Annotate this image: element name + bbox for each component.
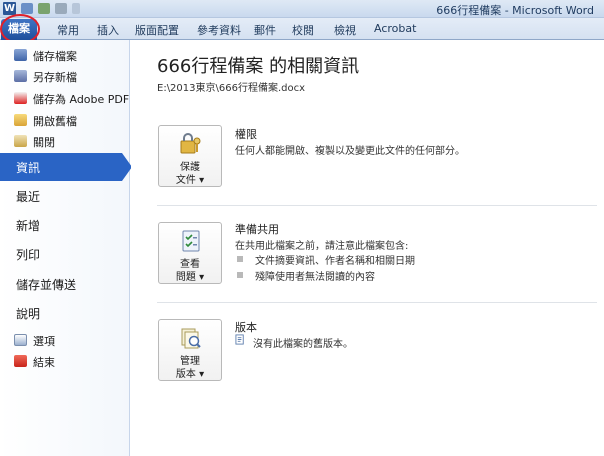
section-recent-label: 最近 [16, 190, 41, 204]
exit-command[interactable]: 結束 [0, 351, 130, 371]
document-icon [235, 334, 244, 345]
section-help[interactable]: 說明 [0, 299, 130, 327]
prepare-sharing-heading: 準備共用 [235, 223, 279, 236]
document-path: E:\2013東京\666行程備案.docx [157, 83, 306, 94]
tab-review[interactable]: 校閱 [292, 22, 314, 38]
checklist-icon [182, 230, 200, 252]
protect-label-line2: 文件 ▾ [175, 175, 205, 186]
save-icon[interactable] [21, 3, 33, 14]
versions-description: 沒有此檔案的舊版本。 [253, 339, 353, 350]
options-icon [14, 334, 27, 346]
options-command[interactable]: 選項 [0, 330, 130, 350]
close-document-icon [14, 135, 27, 147]
divider [157, 205, 597, 206]
protect-document-button[interactable]: 保護 文件 ▾ [158, 125, 222, 187]
exit-label: 結束 [33, 356, 55, 369]
page-title: 666行程備案 的相關資訊 [157, 56, 360, 77]
undo-icon[interactable] [38, 3, 50, 14]
manage-versions-label-line2: 版本 ▾ [175, 369, 205, 380]
section-recent[interactable]: 最近 [0, 182, 130, 210]
window-title: 666行程備案 - Microsoft Word [436, 4, 594, 17]
section-new-label: 新增 [16, 219, 41, 233]
tab-acrobat[interactable]: Acrobat [374, 22, 416, 35]
manage-versions-button[interactable]: 管理 版本 ▾ [158, 319, 222, 381]
tab-mailings[interactable]: 郵件 [254, 22, 276, 38]
section-info[interactable]: 資訊 [0, 153, 132, 181]
permissions-description: 任何人都能開啟、複製以及變更此文件的任何部分。 [235, 146, 465, 157]
backstage-nav: 儲存檔案 另存新檔 儲存為 Adobe PDF 開啟舊檔 關閉 資訊 最近 新增… [0, 40, 132, 456]
close-label: 關閉 [33, 136, 55, 149]
tab-insert[interactable]: 插入 [97, 22, 119, 38]
save-label: 儲存檔案 [33, 50, 77, 63]
save-icon [14, 49, 27, 61]
quick-access-dropdown-icon[interactable] [72, 3, 80, 14]
exit-icon [14, 355, 27, 367]
section-help-label: 說明 [16, 307, 41, 321]
tab-view[interactable]: 檢視 [334, 22, 356, 38]
divider [157, 302, 597, 303]
section-save-send-label: 儲存並傳送 [16, 278, 77, 292]
bullet-icon [237, 272, 243, 278]
versions-heading: 版本 [235, 321, 257, 334]
tab-home[interactable]: 常用 [57, 22, 79, 38]
open-folder-icon [14, 114, 27, 126]
open-label: 開啟舊檔 [33, 115, 77, 128]
lock-key-icon [180, 133, 201, 154]
open-command[interactable]: 開啟舊檔 [0, 110, 130, 130]
section-print-label: 列印 [16, 248, 41, 262]
section-save-send[interactable]: 儲存並傳送 [0, 270, 130, 298]
save-command[interactable]: 儲存檔案 [0, 45, 130, 65]
section-new[interactable]: 新增 [0, 211, 130, 239]
redo-icon[interactable] [55, 3, 67, 14]
section-print[interactable]: 列印 [0, 240, 130, 268]
close-command[interactable]: 關閉 [0, 131, 130, 151]
ribbon-tab-strip: 檔案 常用 插入 版面配置 參考資料 郵件 校閱 檢視 Acrobat [0, 18, 604, 40]
save-as-label: 另存新檔 [33, 71, 77, 84]
check-for-issues-button[interactable]: 查看 問題 ▾ [158, 222, 222, 284]
word-app-icon[interactable]: W [3, 2, 16, 15]
save-as-command[interactable]: 另存新檔 [0, 66, 130, 86]
bullet-icon [237, 256, 243, 262]
manage-versions-icon [181, 328, 201, 349]
issue-item: 殘障使用者無法閱讀的內容 [255, 272, 375, 283]
tab-page-layout[interactable]: 版面配置 [135, 22, 179, 38]
save-as-icon [14, 70, 27, 82]
issue-item: 文件摘要資訊、作者名稱和相關日期 [255, 256, 415, 267]
tab-references[interactable]: 參考資料 [197, 22, 241, 38]
prepare-sharing-description: 在共用此檔案之前，請注意此檔案包含: [235, 241, 409, 252]
save-as-pdf-label: 儲存為 Adobe PDF [33, 93, 130, 106]
options-label: 選項 [33, 335, 55, 348]
info-panel: 666行程備案 的相關資訊 E:\2013東京\666行程備案.docx 保護 … [131, 40, 604, 456]
check-issues-label-line2: 問題 ▾ [175, 272, 205, 283]
title-bar: W 666行程備案 - Microsoft Word [0, 0, 604, 18]
pdf-icon [14, 92, 27, 104]
save-as-pdf-command[interactable]: 儲存為 Adobe PDF [0, 88, 130, 108]
permissions-heading: 權限 [235, 128, 257, 141]
section-info-label: 資訊 [16, 161, 41, 175]
